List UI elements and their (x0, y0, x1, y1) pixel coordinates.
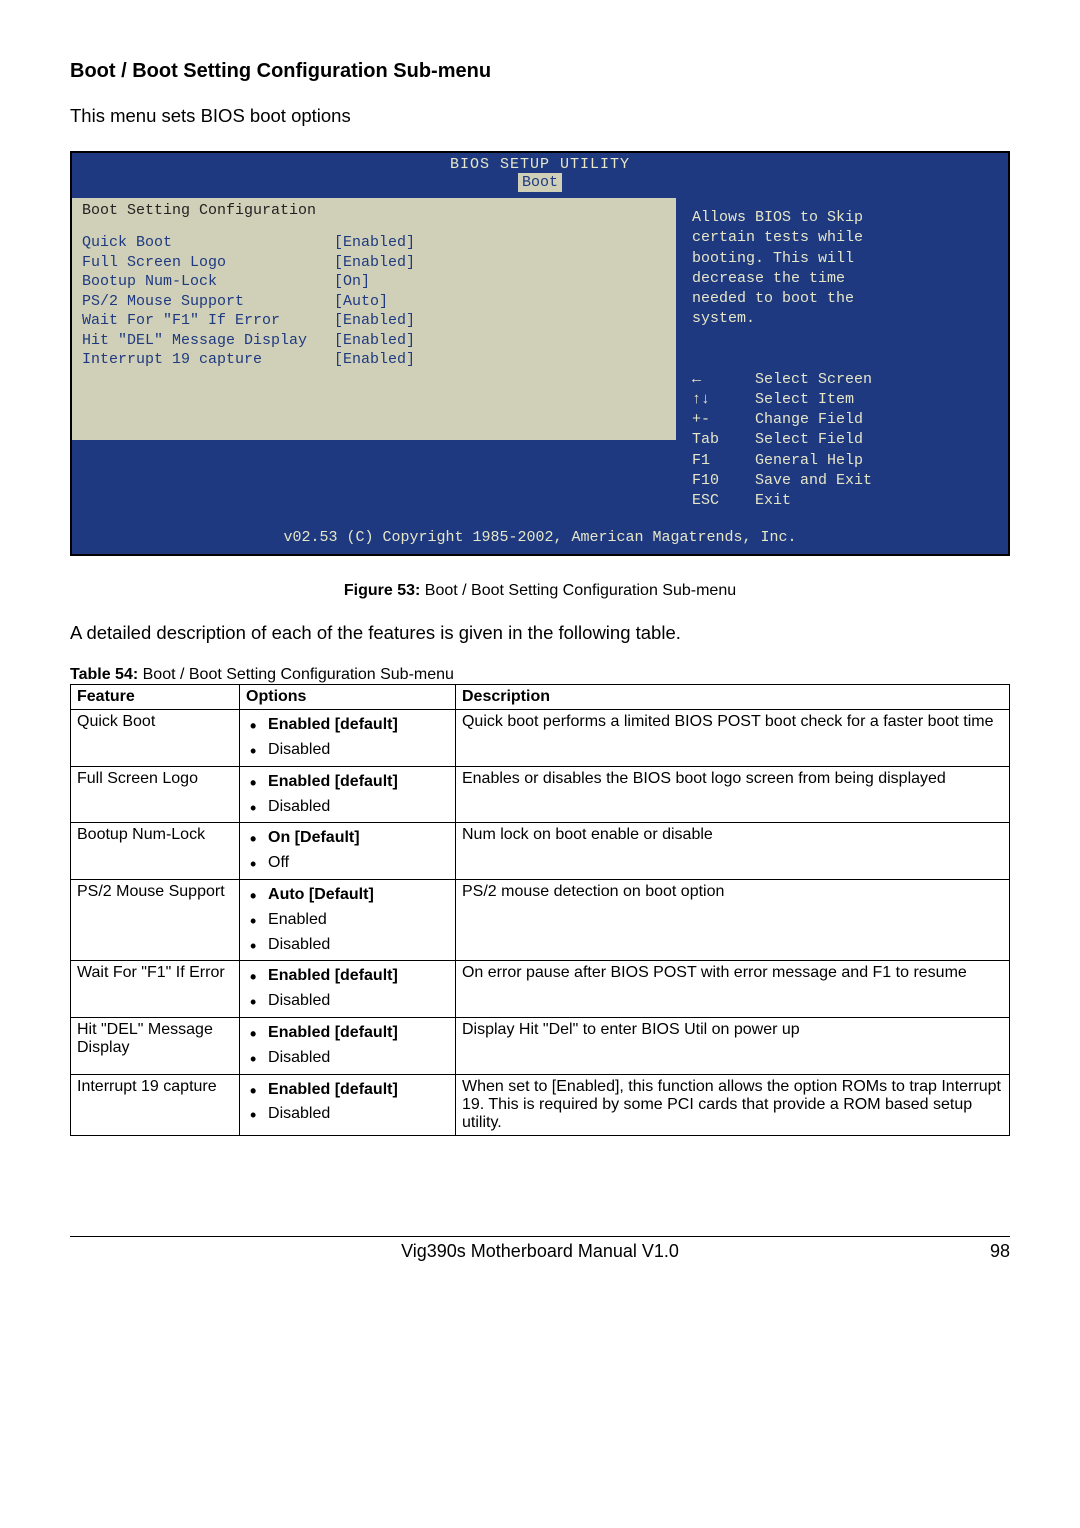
option-item: Disabled (246, 933, 449, 958)
options-cell: Auto [Default]EnabledDisabled (240, 880, 456, 961)
header-options: Options (240, 685, 456, 710)
option-item: Enabled [default] (246, 1021, 449, 1046)
option-item: Enabled [default] (246, 713, 449, 738)
feature-cell: Wait For "F1" If Error (71, 961, 240, 1018)
option-item: Enabled [default] (246, 1078, 449, 1103)
options-cell: Enabled [default]Disabled (240, 766, 456, 823)
table-row: Hit "DEL" Message DisplayEnabled [defaul… (71, 1018, 1010, 1075)
options-cell: Enabled [default]Disabled (240, 961, 456, 1018)
feature-cell: Quick Boot (71, 710, 240, 767)
bios-setup-screenshot: BIOS SETUP UTILITY Boot Boot Setting Con… (70, 151, 1010, 556)
feature-cell: Interrupt 19 capture (71, 1074, 240, 1135)
description-cell: PS/2 mouse detection on boot option (455, 880, 1009, 961)
bios-help-text: Allows BIOS to Skip certain tests while … (692, 208, 994, 330)
table-label: Table 54: (70, 666, 138, 683)
bios-section-title: Boot Setting Configuration (72, 198, 676, 223)
table-body: Quick BootEnabled [default]DisabledQuick… (71, 710, 1010, 1135)
table-row: Quick BootEnabled [default]DisabledQuick… (71, 710, 1010, 767)
option-item: Disabled (246, 738, 449, 763)
table-caption: Table 54: Boot / Boot Setting Configurat… (70, 666, 1010, 684)
feature-cell: Bootup Num-Lock (71, 823, 240, 880)
bios-settings-list: Quick Boot [Enabled] Full Screen Logo [E… (72, 223, 676, 440)
description-cell: When set to [Enabled], this function all… (455, 1074, 1009, 1135)
table-title-text: Boot / Boot Setting Configuration Sub-me… (138, 666, 454, 683)
bios-copyright-footer: v02.53 (C) Copyright 1985-2002, American… (72, 521, 1008, 554)
description-cell: Quick boot performs a limited BIOS POST … (455, 710, 1009, 767)
page-heading: Boot / Boot Setting Configuration Sub-me… (70, 60, 1010, 83)
figure-label: Figure 53: (344, 582, 420, 599)
feature-cell: Full Screen Logo (71, 766, 240, 823)
table-row: Wait For "F1" If ErrorEnabled [default]D… (71, 961, 1010, 1018)
feature-cell: Hit "DEL" Message Display (71, 1018, 240, 1075)
footer-title: Vig390s Motherboard Manual V1.0 (130, 1241, 950, 1262)
footer-page-number: 98 (950, 1241, 1010, 1262)
options-cell: Enabled [default]Disabled (240, 1074, 456, 1135)
option-item: Enabled [default] (246, 964, 449, 989)
feature-cell: PS/2 Mouse Support (71, 880, 240, 961)
description-cell: Enables or disables the BIOS boot logo s… (455, 766, 1009, 823)
bios-key-legend: ← Select Screen ↑↓ Select Item +- Change… (692, 370, 994, 512)
header-feature: Feature (71, 685, 240, 710)
option-item: Disabled (246, 1046, 449, 1071)
table-row: PS/2 Mouse SupportAuto [Default]EnabledD… (71, 880, 1010, 961)
intro-text: This menu sets BIOS boot options (70, 105, 1010, 127)
description-paragraph: A detailed description of each of the fe… (70, 622, 1010, 644)
page-footer: Vig390s Motherboard Manual V1.0 98 (70, 1236, 1010, 1262)
description-cell: On error pause after BIOS POST with erro… (455, 961, 1009, 1018)
option-item: Disabled (246, 1102, 449, 1127)
option-item: On [Default] (246, 826, 449, 851)
bios-right-pane: Allows BIOS to Skip certain tests while … (676, 198, 1008, 521)
option-item: Enabled [default] (246, 770, 449, 795)
bios-content: Boot Setting Configuration Quick Boot [E… (72, 195, 1008, 521)
option-item: Disabled (246, 989, 449, 1014)
config-table: Feature Options Description Quick BootEn… (70, 684, 1010, 1135)
table-header-row: Feature Options Description (71, 685, 1010, 710)
bios-active-tab: Boot (518, 173, 562, 192)
description-cell: Num lock on boot enable or disable (455, 823, 1009, 880)
options-cell: Enabled [default]Disabled (240, 1018, 456, 1075)
table-row: Full Screen LogoEnabled [default]Disable… (71, 766, 1010, 823)
options-cell: Enabled [default]Disabled (240, 710, 456, 767)
description-cell: Display Hit "Del" to enter BIOS Util on … (455, 1018, 1009, 1075)
figure-caption: Figure 53: Boot / Boot Setting Configura… (70, 582, 1010, 600)
table-row: Bootup Num-LockOn [Default]OffNum lock o… (71, 823, 1010, 880)
option-item: Auto [Default] (246, 883, 449, 908)
option-item: Off (246, 851, 449, 876)
table-row: Interrupt 19 captureEnabled [default]Dis… (71, 1074, 1010, 1135)
figure-text: Boot / Boot Setting Configuration Sub-me… (420, 582, 736, 599)
option-item: Enabled (246, 908, 449, 933)
bios-title: BIOS SETUP UTILITY (72, 153, 1008, 173)
header-description: Description (455, 685, 1009, 710)
option-item: Disabled (246, 795, 449, 820)
bios-tab-row: Boot (72, 173, 1008, 195)
bios-left-pane: Boot Setting Configuration Quick Boot [E… (72, 198, 676, 521)
options-cell: On [Default]Off (240, 823, 456, 880)
